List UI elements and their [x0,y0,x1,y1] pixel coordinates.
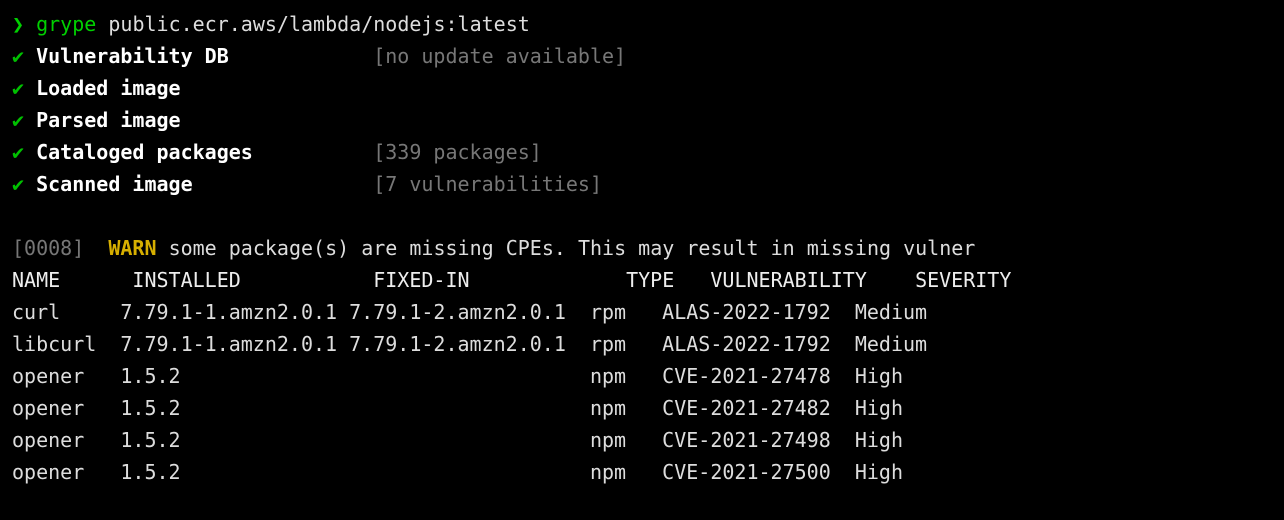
step-label: Vulnerability DB [36,44,229,68]
cell-sev: High [855,424,903,456]
cell-name: opener [12,360,120,392]
check-icon: ✔ [12,140,24,164]
table-row: opener1.5.2 npmCVE-2021-27498High [12,424,1272,456]
step-note: [339 packages] [373,140,542,164]
warning-line: [0008] WARN some package(s) are missing … [12,232,1272,264]
cell-vuln: CVE-2021-27478 [662,360,855,392]
cell-installed: 1.5.2 [120,360,349,392]
cell-type: npm [590,392,662,424]
cell-name: libcurl [12,328,120,360]
cell-installed: 1.5.2 [120,392,349,424]
step-line: ✔ Vulnerability DB [no update available] [12,40,1272,72]
cell-name: opener [12,392,120,424]
cell-vuln: CVE-2021-27498 [662,424,855,456]
step-label: Cataloged packages [36,140,253,164]
table-row: libcurl7.79.1-1.amzn2.0.17.79.1-2.amzn2.… [12,328,1272,360]
cell-sev: High [855,392,903,424]
table-header: NAME INSTALLED FIXED-IN TYPE VULNERABILI… [12,264,1272,296]
cell-name: curl [12,296,120,328]
command-arg: public.ecr.aws/lambda/nodejs:latest [108,12,529,36]
step-label: Scanned image [36,172,193,196]
col-sev: SEVERITY [915,264,1011,296]
step-line: ✔ Scanned image [7 vulnerabilities] [12,168,1272,200]
cell-sev: High [855,456,903,488]
step-line: ✔ Cataloged packages [339 packages] [12,136,1272,168]
check-icon: ✔ [12,44,24,68]
cell-sev: Medium [855,328,927,360]
cell-installed: 7.79.1-1.amzn2.0.1 [120,296,349,328]
step-label: Parsed image [36,108,181,132]
cell-installed: 1.5.2 [120,456,349,488]
cell-installed: 1.5.2 [120,424,349,456]
cell-name: opener [12,424,120,456]
col-vuln: VULNERABILITY [710,264,903,296]
cell-sev: Medium [855,296,927,328]
col-installed: INSTALLED [132,264,361,296]
cell-type: npm [590,360,662,392]
warn-msg: some package(s) are missing CPEs. This m… [169,236,976,260]
col-fixed: FIXED-IN [373,264,614,296]
cell-fixed: 7.79.1-2.amzn2.0.1 [349,328,590,360]
cell-vuln: CVE-2021-27482 [662,392,855,424]
cell-installed: 7.79.1-1.amzn2.0.1 [120,328,349,360]
cell-type: rpm [590,296,662,328]
cell-sev: High [855,360,903,392]
table-row: opener1.5.2 npmCVE-2021-27500High [12,456,1272,488]
command-name: grype [36,12,96,36]
step-note: [no update available] [373,44,626,68]
check-icon: ✔ [12,76,24,100]
table-row: opener1.5.2 npmCVE-2021-27478High [12,360,1272,392]
step-note: [7 vulnerabilities] [373,172,602,196]
table-row: opener1.5.2 npmCVE-2021-27482High [12,392,1272,424]
step-line: ✔ Parsed image [12,104,1272,136]
cell-type: npm [590,424,662,456]
check-icon: ✔ [12,172,24,196]
step-label: Loaded image [36,76,181,100]
cell-vuln: ALAS-2022-1792 [662,328,855,360]
warn-code: [0008] [12,236,84,260]
cell-type: npm [590,456,662,488]
check-icon: ✔ [12,108,24,132]
blank-line [12,200,1272,232]
prompt-caret: ❯ [12,12,24,36]
cell-type: rpm [590,328,662,360]
prompt-line[interactable]: ❯ grype public.ecr.aws/lambda/nodejs:lat… [12,8,1272,40]
table-row: curl7.79.1-1.amzn2.0.17.79.1-2.amzn2.0.1… [12,296,1272,328]
cell-fixed: 7.79.1-2.amzn2.0.1 [349,296,590,328]
cell-vuln: ALAS-2022-1792 [662,296,855,328]
col-name: NAME [12,264,120,296]
step-line: ✔ Loaded image [12,72,1272,104]
cell-name: opener [12,456,120,488]
warn-tag: WARN [108,236,156,260]
col-type: TYPE [626,264,698,296]
cell-vuln: CVE-2021-27500 [662,456,855,488]
